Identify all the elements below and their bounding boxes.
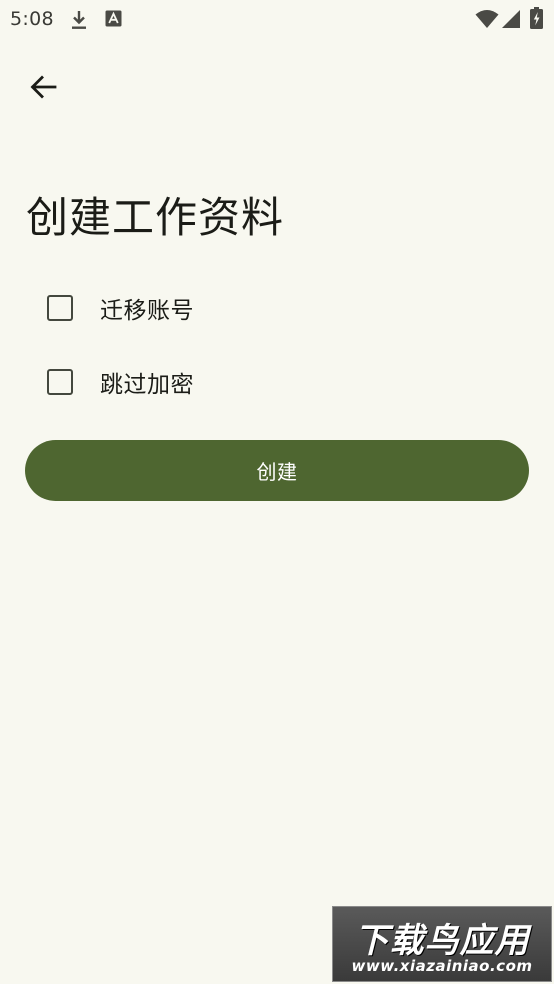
watermark-title: 下载鸟应用 (354, 921, 530, 961)
watermark-logo: 下载鸟应用 www.xiazainiao.com (332, 906, 552, 982)
status-time: 5:08 (10, 8, 54, 30)
battery-charging-icon (530, 7, 543, 33)
signal-icon (501, 9, 521, 33)
page-title: 创建工作资料 (26, 193, 285, 242)
skip-encryption-checkbox[interactable] (47, 369, 73, 395)
option-label: 迁移账号 (100, 298, 194, 324)
download-icon (70, 9, 88, 35)
wifi-icon (475, 9, 499, 33)
option-migrate-accounts[interactable]: 迁移账号 (40, 280, 520, 336)
status-bar: 5:08 (0, 0, 554, 40)
migrate-accounts-checkbox[interactable] (47, 295, 73, 321)
option-skip-encryption[interactable]: 跳过加密 (40, 354, 520, 410)
back-button[interactable] (22, 66, 64, 108)
arrow-left-icon (30, 75, 57, 99)
option-label: 跳过加密 (100, 372, 194, 398)
create-button[interactable]: 创建 (25, 440, 529, 501)
watermark-url: www.xiazainiao.com (351, 957, 533, 975)
a-badge-icon (105, 10, 122, 31)
